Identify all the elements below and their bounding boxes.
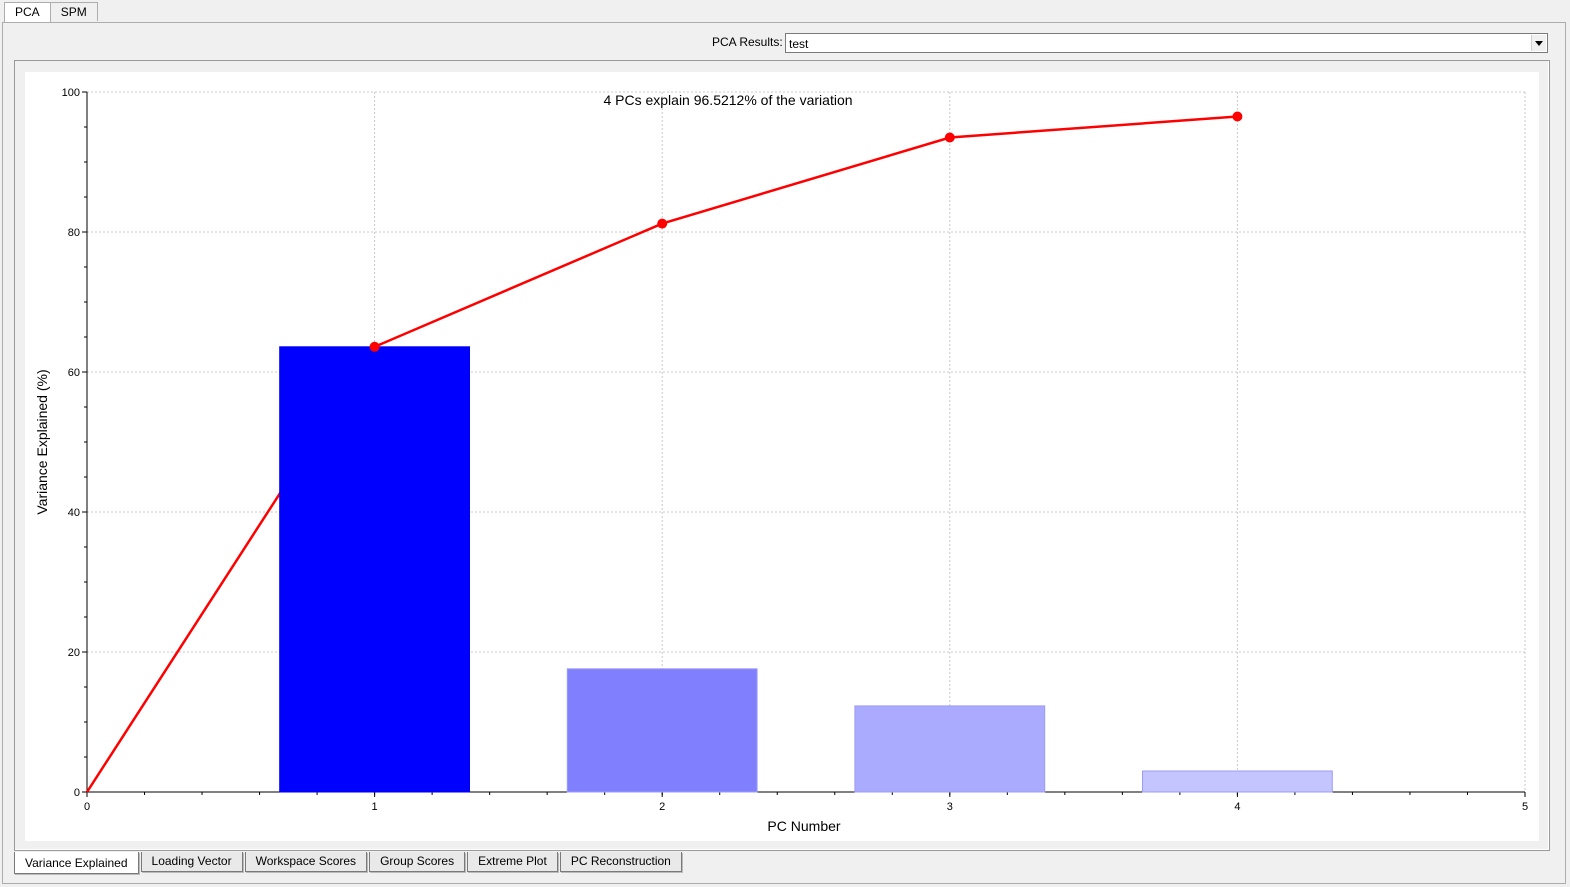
y-tick-label: 80 — [68, 227, 80, 239]
tab-pca[interactable]: PCA — [4, 2, 51, 23]
tab-spm[interactable]: SPM — [49, 2, 98, 21]
cumulative-point — [1232, 111, 1243, 122]
tab-loading-vector[interactable]: Loading Vector — [140, 852, 243, 872]
variance-bar-pc3 — [854, 705, 1046, 793]
pca-results-label: PCA Results: — [712, 35, 783, 49]
y-axis-label: Variance Explained (%) — [34, 369, 50, 514]
top-tab-bar: PCA SPM — [4, 2, 98, 23]
variance-chart: 0 1 2 3 4 5 0 20 40 60 80 100 4 PCs explain 96.5212%… — [25, 72, 1539, 841]
y-tick-label: 20 — [68, 647, 80, 659]
variance-bar-pc1 — [279, 346, 471, 793]
variance-bar-pc4 — [1141, 770, 1333, 793]
x-tick-label: 5 — [1522, 801, 1528, 813]
variance-bar-pc2 — [566, 668, 758, 793]
tab-workspace-scores[interactable]: Workspace Scores — [244, 852, 368, 872]
tab-pc-reconstruction[interactable]: PC Reconstruction — [559, 852, 682, 872]
bottom-tab-bar: Variance Explained Loading Vector Worksp… — [14, 852, 684, 874]
pca-results-dropdown[interactable]: test — [785, 33, 1548, 53]
x-tick-label: 4 — [1234, 801, 1240, 813]
x-axis-label: PC Number — [767, 818, 840, 834]
y-tick-label: 40 — [68, 507, 80, 519]
x-tick-label: 3 — [947, 801, 953, 813]
chevron-down-icon[interactable] — [1531, 35, 1546, 51]
chart-title: 4 PCs explain 96.5212% of the variation — [603, 92, 852, 108]
x-tick-label: 0 — [84, 801, 90, 813]
x-tick-label: 2 — [659, 801, 665, 813]
tab-extreme-plot[interactable]: Extreme Plot — [467, 852, 558, 872]
cumulative-point — [944, 132, 955, 143]
tab-group-scores[interactable]: Group Scores — [369, 852, 466, 872]
pca-results-value: test — [789, 37, 809, 51]
y-tick-label: 100 — [62, 87, 80, 99]
cumulative-point — [369, 341, 380, 352]
y-tick-label: 0 — [74, 787, 80, 799]
tab-variance-explained[interactable]: Variance Explained — [14, 852, 139, 874]
variance-chart-svg: 0 1 2 3 4 5 0 20 40 60 80 100 4 PCs explain 96.5212%… — [34, 87, 1528, 834]
x-tick-label: 1 — [372, 801, 378, 813]
y-tick-label: 60 — [68, 367, 80, 379]
cumulative-point — [657, 218, 668, 229]
